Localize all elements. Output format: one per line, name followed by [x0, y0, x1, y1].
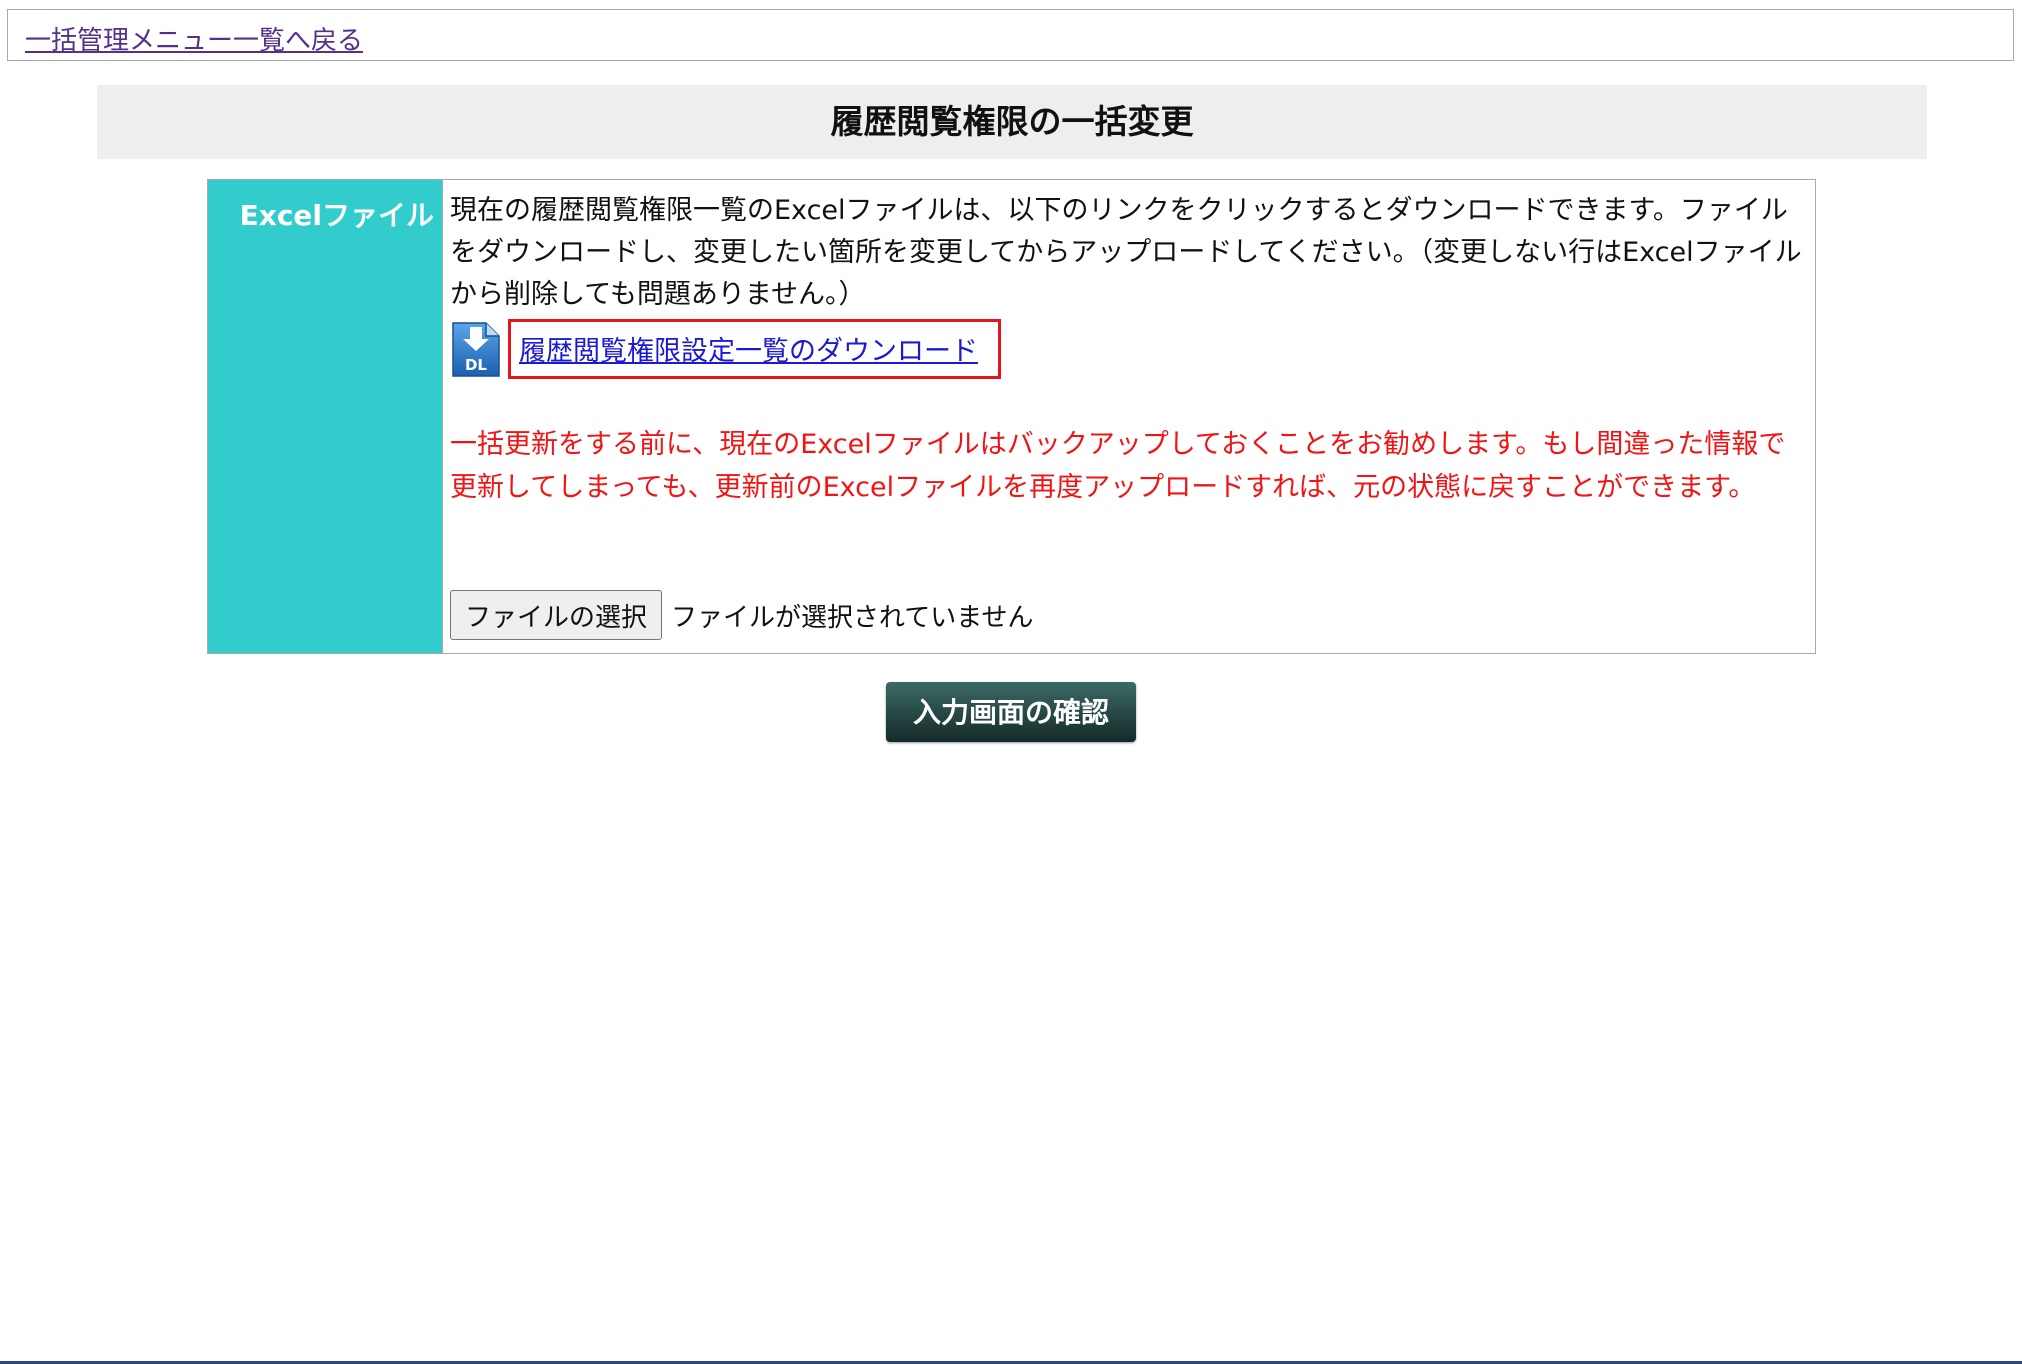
top-nav-bar: 一括管理メニュー一覧へ戻る — [7, 9, 2014, 61]
back-to-menu-link[interactable]: 一括管理メニュー一覧へ戻る — [25, 20, 363, 57]
excel-file-label: Excelファイル — [208, 180, 443, 653]
download-row: DL 履歴閲覧権限設定一覧のダウンロード — [450, 318, 1001, 380]
confirm-input-button[interactable]: 入力画面の確認 — [886, 682, 1136, 742]
page: 一括管理メニュー一覧へ戻る 履歴閲覧権限の一括変更 Excelファイル 現在の履… — [0, 0, 2022, 1364]
page-title: 履歴閲覧権限の一括変更 — [97, 85, 1927, 159]
download-icon-label: DL — [465, 356, 487, 374]
excel-file-content: 現在の履歴閲覧権限一覧のExcelファイルは、以下のリンクをクリックするとダウン… — [443, 180, 1815, 653]
instructions-text: 現在の履歴閲覧権限一覧のExcelファイルは、以下のリンクをクリックするとダウン… — [450, 195, 1802, 310]
download-link-highlight: 履歴閲覧権限設定一覧のダウンロード — [508, 319, 1001, 379]
excel-upload-form: Excelファイル 現在の履歴閲覧権限一覧のExcelファイルは、以下のリンクを… — [207, 179, 1816, 654]
choose-file-button[interactable]: ファイルの選択 — [450, 590, 663, 640]
download-permission-list-link[interactable]: 履歴閲覧権限設定一覧のダウンロード — [519, 329, 978, 368]
backup-warning-text: 一括更新をする前に、現在のExcelファイルはバックアップしておくことをお勧めし… — [450, 429, 1786, 503]
download-file-icon[interactable]: DL — [450, 319, 502, 379]
file-input-row: ファイルの選択 ファイルが選択されていません — [450, 590, 1033, 640]
file-status-text: ファイルが選択されていません — [671, 602, 1034, 633]
